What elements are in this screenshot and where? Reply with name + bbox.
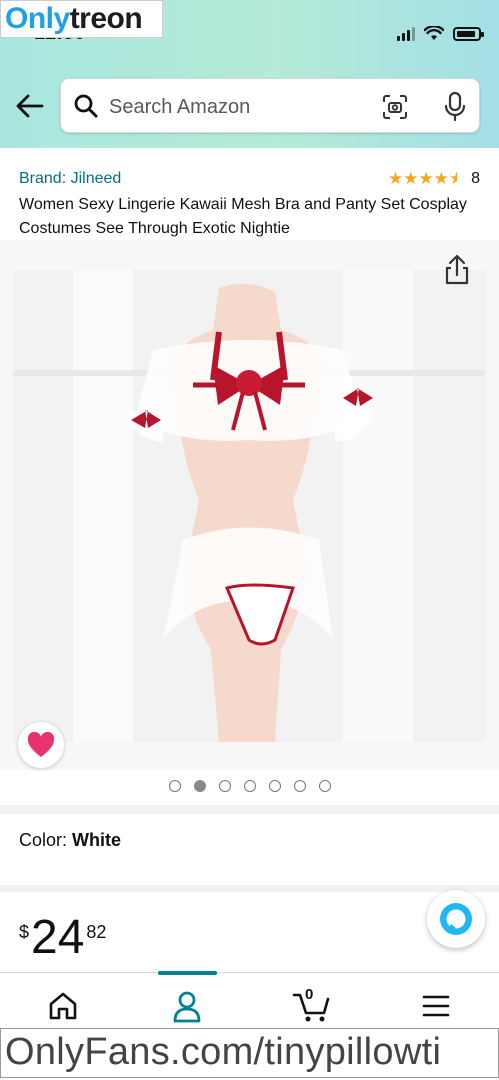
pagination-dot[interactable]	[318, 780, 331, 792]
divider	[0, 805, 499, 814]
price-fraction: 82	[86, 922, 107, 942]
home-icon[interactable]	[43, 989, 83, 1023]
camera-scan-icon[interactable]	[381, 93, 409, 121]
pagination-dot[interactable]	[268, 780, 281, 792]
menu-icon[interactable]	[416, 989, 456, 1023]
back-arrow-icon[interactable]	[14, 90, 46, 122]
price: $ 24 82	[19, 912, 106, 964]
product-image[interactable]	[13, 270, 485, 742]
watermark-url: OnlyFans.com/tinypillowti	[0, 1028, 499, 1078]
price-symbol: $	[19, 922, 30, 942]
search-bar[interactable]	[60, 78, 480, 133]
rating-count: 8	[471, 170, 480, 187]
status-icons	[397, 26, 484, 41]
divider	[0, 885, 499, 892]
rating[interactable]: ★ ★ ★ ★ ★ 8	[388, 170, 480, 188]
pagination-dot[interactable]	[243, 780, 256, 792]
account-icon[interactable]	[167, 989, 207, 1023]
alexa-button[interactable]	[427, 890, 485, 948]
cellular-signal-icon	[397, 26, 415, 41]
share-icon[interactable]	[439, 252, 475, 288]
color-selector-row[interactable]: Color: White	[19, 830, 121, 851]
rating-stars: ★ ★ ★ ★ ★	[388, 170, 464, 188]
pagination-dot[interactable]	[168, 780, 181, 792]
brand-link[interactable]: Brand: Jilneed	[19, 170, 121, 188]
alexa-icon	[440, 903, 472, 935]
favorite-button[interactable]	[18, 722, 64, 768]
product-title: Women Sexy Lingerie Kawaii Mesh Bra and …	[19, 196, 467, 237]
star-icon: ★	[433, 169, 449, 188]
watermark-logo-part2: treon	[69, 2, 143, 35]
price-whole: 24	[31, 911, 85, 964]
nav-active-indicator	[158, 971, 217, 975]
watermark-logo-part1: Only	[5, 2, 70, 35]
star-icon: ★	[418, 169, 434, 188]
watermark-url-text: OnlyFans.com/tinypillowti	[5, 1031, 442, 1073]
microphone-icon[interactable]	[443, 91, 467, 123]
search-input[interactable]	[109, 93, 359, 121]
image-pagination-dots	[0, 780, 499, 792]
watermark-logo: Only treon	[0, 0, 163, 38]
star-icon: ★	[387, 169, 404, 188]
wifi-icon	[424, 26, 444, 40]
cart-count: 0	[305, 986, 314, 1003]
heart-icon	[27, 731, 55, 757]
search-icon	[74, 94, 98, 118]
color-value: White	[72, 830, 122, 850]
cart-button[interactable]: 0	[292, 986, 332, 1023]
half-star-icon: ★	[448, 169, 465, 188]
pagination-dot[interactable]	[193, 780, 206, 792]
color-label: Color:	[19, 830, 68, 850]
star-icon: ★	[403, 169, 419, 188]
battery-icon	[453, 26, 484, 41]
pagination-dot[interactable]	[218, 780, 231, 792]
product-image-carousel[interactable]	[0, 240, 499, 770]
pagination-dot[interactable]	[293, 780, 306, 792]
